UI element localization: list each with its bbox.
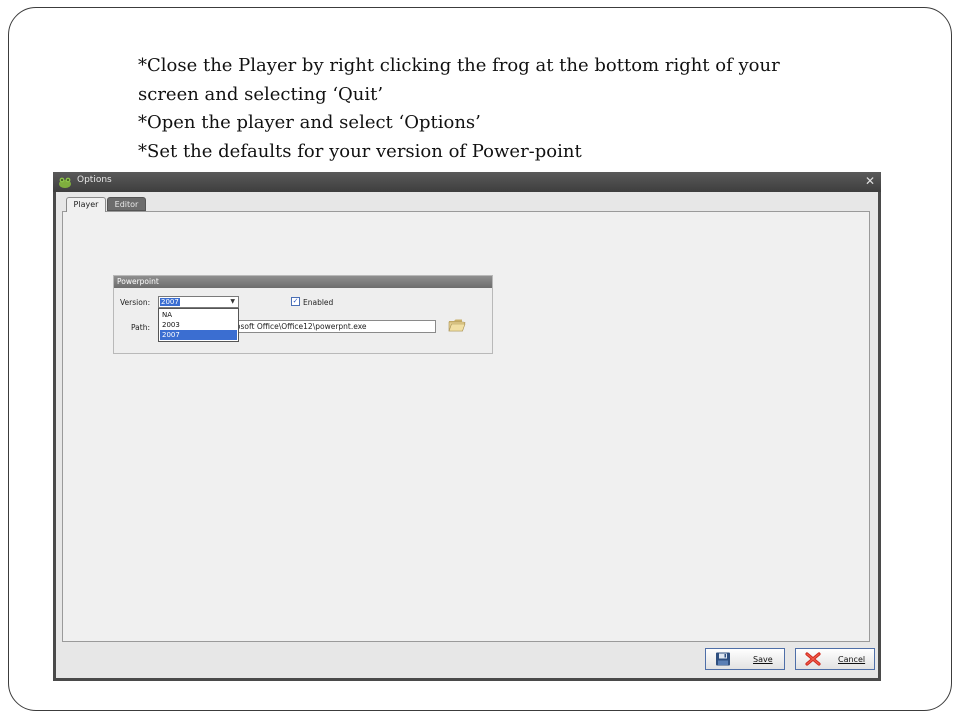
- dialog-body: Player Editor Powerpoint Version: 2007 ▼…: [56, 192, 878, 678]
- version-label: Version:: [120, 298, 151, 307]
- path-label: Path:: [131, 323, 151, 332]
- version-dropdown-list: NA 2003 2007: [158, 308, 239, 342]
- version-option-2003[interactable]: 2003: [160, 320, 237, 330]
- options-dialog: Options ✕ Player Editor Powerpoint Versi…: [53, 172, 881, 681]
- red-x-icon: [805, 652, 821, 666]
- cancel-button[interactable]: Cancel: [795, 648, 875, 670]
- dialog-button-bar: Save Cancel: [62, 646, 875, 676]
- cancel-button-label: Cancel: [838, 655, 866, 664]
- save-button-label: Save: [753, 655, 773, 664]
- tab-player[interactable]: Player: [66, 197, 106, 212]
- dialog-title-bar[interactable]: Options ✕: [53, 172, 881, 192]
- instruction-line-1: *Close the Player by right clicking the …: [138, 55, 780, 76]
- version-select-value: 2007: [160, 298, 180, 306]
- player-tab-panel: Powerpoint Version: 2007 ▼ ✓ Enabled Pat…: [62, 211, 870, 642]
- folder-open-icon[interactable]: [448, 318, 466, 332]
- version-option-na[interactable]: NA: [160, 310, 237, 320]
- tab-editor[interactable]: Editor: [107, 197, 146, 211]
- version-select[interactable]: 2007 ▼: [158, 296, 239, 308]
- powerpoint-group: Powerpoint Version: 2007 ▼ ✓ Enabled Pat…: [113, 275, 493, 354]
- instruction-line-4: *Set the defaults for your version of Po…: [138, 140, 582, 162]
- dialog-title: Options: [77, 175, 112, 185]
- enabled-label: Enabled: [303, 298, 334, 307]
- instruction-line-3: *Open the player and select ‘Options’: [138, 112, 481, 133]
- frog-icon: [59, 177, 71, 188]
- close-icon[interactable]: ✕: [865, 174, 875, 188]
- chevron-down-icon[interactable]: ▼: [230, 298, 235, 306]
- floppy-disk-icon: [716, 652, 730, 666]
- powerpoint-group-title: Powerpoint: [114, 276, 492, 288]
- save-button[interactable]: Save: [705, 648, 785, 670]
- enabled-checkbox[interactable]: ✓: [291, 297, 300, 306]
- instruction-line-2: screen and selecting ‘Quit’: [138, 83, 384, 105]
- version-option-2007[interactable]: 2007: [160, 330, 237, 340]
- instructions-text: *Close the Player by right clicking the …: [138, 52, 838, 166]
